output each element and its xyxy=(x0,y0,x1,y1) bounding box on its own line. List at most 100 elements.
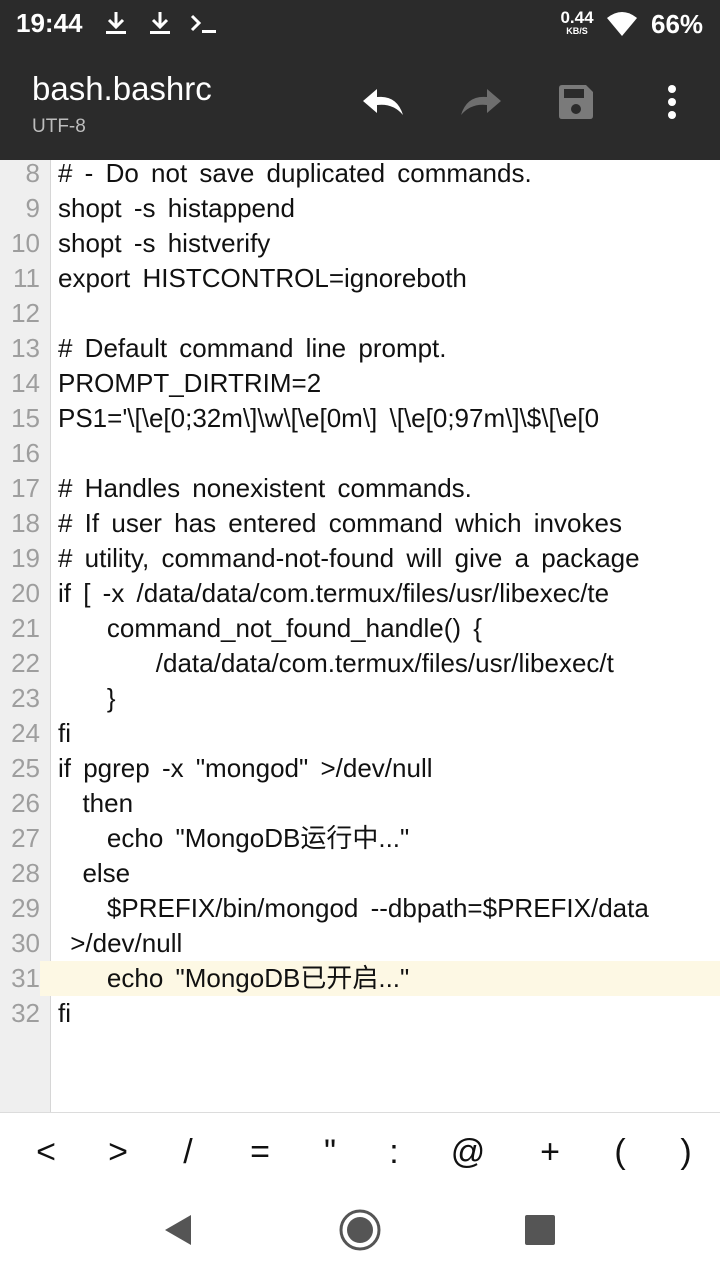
line-number: 32 xyxy=(11,998,40,1028)
more-icon xyxy=(666,84,678,124)
undo-button[interactable] xyxy=(356,78,412,130)
line-number: 12 xyxy=(11,298,40,328)
battery-percentage: 66% xyxy=(651,9,704,39)
terminal-icon xyxy=(188,8,218,38)
code-line[interactable]: 21 command_not_found_handle() { xyxy=(0,611,720,646)
line-number: 14 xyxy=(11,368,40,398)
line-number: 29 xyxy=(11,893,40,923)
code-text[interactable]: command_not_found_handle() { xyxy=(58,611,482,646)
code-line[interactable]: 22 /data/data/com.termux/files/usr/libex… xyxy=(0,646,720,681)
status-time: 19:44 xyxy=(16,8,83,38)
download-icon xyxy=(145,8,175,38)
file-name: bash.bashrc xyxy=(32,70,212,107)
code-text[interactable]: fi xyxy=(58,996,71,1031)
recents-icon xyxy=(524,1214,556,1250)
code-text[interactable]: PS1='\[\e[0;32m\]\w\[\e[0m\] \[\e[0;97m\… xyxy=(58,401,599,436)
symbol-key[interactable]: + xyxy=(520,1127,580,1177)
code-text[interactable]: } xyxy=(58,681,116,716)
line-number: 18 xyxy=(11,508,40,538)
code-text[interactable]: export HISTCONTROL=ignoreboth xyxy=(58,261,467,296)
code-line[interactable]: 16 xyxy=(0,436,720,471)
code-editor[interactable]: 8 # - Do not save duplicated commands. 9 sh… xyxy=(0,160,720,1112)
line-number: 15 xyxy=(11,403,40,433)
status-bar: 19:44 0.44 KB/S 66% xyxy=(0,0,720,48)
code-text[interactable]: else xyxy=(58,856,130,891)
code-line[interactable]: 15 PS1='\[\e[0;32m\]\w\[\e[0m\] \[\e[0;97… xyxy=(0,401,720,436)
line-number: 27 xyxy=(11,823,40,853)
symbol-key-bar: < > / = ": @ +() xyxy=(0,1112,720,1193)
code-line[interactable]: 11 export HISTCONTROL=ignoreboth xyxy=(0,261,720,296)
code-text[interactable]: # Handles nonexistent commands. xyxy=(58,471,472,506)
code-line[interactable]: 17 # Handles nonexistent commands. xyxy=(0,471,720,506)
symbol-key[interactable]: > xyxy=(88,1127,148,1177)
code-line[interactable]: 13 # Default command line prompt. xyxy=(0,331,720,366)
symbol-key[interactable]: ( xyxy=(590,1127,650,1177)
symbol-key[interactable]: ) xyxy=(656,1127,716,1177)
code-line[interactable]: 23 } xyxy=(0,681,720,716)
file-encoding: UTF-8 xyxy=(32,116,86,137)
code-line[interactable]: 18 # If user has entered command which in… xyxy=(0,506,720,541)
line-number: 10 xyxy=(11,228,40,258)
code-text[interactable]: if pgrep -x "mongod" >/dev/null xyxy=(58,751,433,786)
code-text[interactable]: # - Do not save duplicated commands. xyxy=(58,160,532,191)
code-line[interactable]: 10 shopt -s histverify xyxy=(0,226,720,261)
home-button[interactable] xyxy=(330,1206,390,1258)
code-line[interactable]: 32 fi xyxy=(0,996,720,1031)
code-text[interactable]: shopt -s histappend xyxy=(58,191,295,226)
line-number: 30 xyxy=(11,928,40,958)
code-text[interactable]: echo "MongoDB已开启..." xyxy=(58,961,409,996)
save-icon xyxy=(557,83,595,125)
code-line[interactable]: 20 if [ -x /data/data/com.termux/files/us… xyxy=(0,576,720,611)
code-line[interactable]: 9 shopt -s histappend xyxy=(0,191,720,226)
code-text[interactable]: $PREFIX/bin/mongod --dbpath=$PREFIX/data xyxy=(58,891,649,926)
line-number: 17 xyxy=(11,473,40,503)
line-number: 13 xyxy=(11,333,40,363)
back-icon xyxy=(161,1212,195,1252)
code-text[interactable]: shopt -s histverify xyxy=(58,226,270,261)
code-text[interactable]: /data/data/com.termux/files/usr/libexec/… xyxy=(58,646,614,681)
code-text[interactable]: fi xyxy=(58,716,71,751)
code-line[interactable]: 31 echo "MongoDB已开启..." xyxy=(0,961,720,996)
line-number: 24 xyxy=(11,718,40,748)
line-number: 25 xyxy=(11,753,40,783)
network-speed: 0.44 KB/S xyxy=(554,9,600,36)
code-text[interactable]: # Default command line prompt. xyxy=(58,331,447,366)
symbol-key[interactable]: @ xyxy=(438,1127,498,1177)
navigation-bar xyxy=(0,1192,720,1280)
code-line[interactable]: 24 fi xyxy=(0,716,720,751)
code-text[interactable]: if [ -x /data/data/com.termux/files/usr/… xyxy=(58,576,609,611)
code-line[interactable]: 30 >/dev/null xyxy=(0,926,720,961)
code-line[interactable]: 14 PROMPT_DIRTRIM=2 xyxy=(0,366,720,401)
code-line[interactable]: 27 echo "MongoDB运行中..." xyxy=(0,821,720,856)
line-number: 20 xyxy=(11,578,40,608)
line-number: 19 xyxy=(11,543,40,573)
code-line[interactable]: 28 else xyxy=(0,856,720,891)
network-speed-unit: KB/S xyxy=(566,26,588,36)
code-line[interactable]: 29 $PREFIX/bin/mongod --dbpath=$PREFIX/d… xyxy=(0,891,720,926)
code-text[interactable]: echo "MongoDB运行中..." xyxy=(58,821,409,856)
symbol-key[interactable]: < xyxy=(16,1127,76,1177)
recents-button[interactable] xyxy=(510,1206,570,1258)
code-text[interactable]: PROMPT_DIRTRIM=2 xyxy=(58,366,321,401)
code-line[interactable]: 25 if pgrep -x "mongod" >/dev/null xyxy=(0,751,720,786)
symbol-key[interactable]: " xyxy=(300,1127,360,1177)
code-text[interactable]: >/dev/null xyxy=(58,926,182,961)
wifi-icon xyxy=(606,10,637,40)
back-button[interactable] xyxy=(148,1206,208,1258)
line-number: 11 xyxy=(13,263,40,293)
more-options-button[interactable] xyxy=(644,78,700,130)
redo-icon xyxy=(457,85,503,123)
save-button[interactable] xyxy=(548,78,604,130)
code-text[interactable]: # utility, command-not-found will give a… xyxy=(58,541,640,576)
code-line[interactable]: 26 then xyxy=(0,786,720,821)
redo-button[interactable] xyxy=(452,78,508,130)
code-line[interactable]: 19 # utility, command-not-found will give… xyxy=(0,541,720,576)
code-text[interactable]: # If user has entered command which invo… xyxy=(58,506,622,541)
code-text[interactable]: then xyxy=(58,786,133,821)
code-line[interactable]: 8 # - Do not save duplicated commands. xyxy=(0,160,720,191)
code-line[interactable]: 12 xyxy=(0,296,720,331)
line-number: 26 xyxy=(11,788,40,818)
symbol-key[interactable]: = xyxy=(230,1127,290,1177)
symbol-key[interactable]: / xyxy=(158,1127,218,1177)
symbol-key[interactable]: : xyxy=(364,1127,424,1177)
